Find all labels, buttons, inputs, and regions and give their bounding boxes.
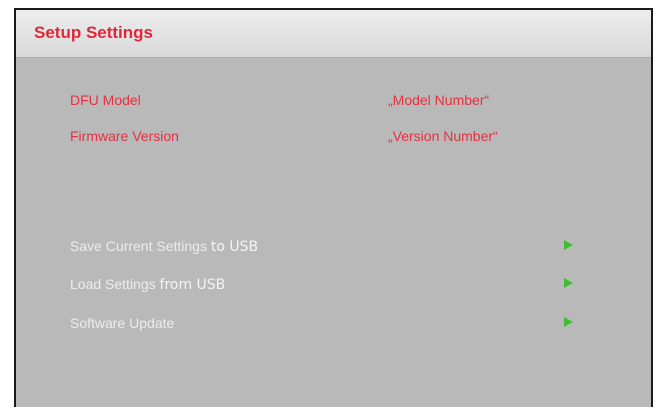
dfu-model-label: DFU Model xyxy=(70,92,141,108)
window-title: Setup Settings xyxy=(34,23,154,42)
title-bar: Setup Settings xyxy=(16,10,651,58)
play-arrow-icon[interactable] xyxy=(564,317,573,327)
dfu-model-value: „Model Number“ xyxy=(388,92,490,108)
save-current-settings-text: Save Current Settings xyxy=(70,238,207,254)
setup-settings-window: Setup Settings DFU Model „Model Number“ … xyxy=(14,8,653,407)
menu-item-load-settings[interactable]: Load Settings from USB xyxy=(16,276,651,300)
play-arrow-icon[interactable] xyxy=(564,278,573,288)
play-arrow-icon[interactable] xyxy=(564,240,573,250)
info-row-firmware-version: Firmware Version „Version Number“ xyxy=(16,128,651,150)
menu-item-software-update[interactable]: Software Update xyxy=(16,315,651,339)
info-row-dfu-model: DFU Model „Model Number“ xyxy=(16,92,651,114)
software-update-label: Software Update xyxy=(70,315,175,331)
load-settings-label: Load Settings from USB xyxy=(70,276,225,293)
firmware-version-label: Firmware Version xyxy=(70,128,179,144)
save-current-settings-label: Save Current Settings to USB xyxy=(70,238,258,255)
save-current-settings-suffix: to USB xyxy=(210,239,259,255)
load-settings-suffix: from USB xyxy=(159,277,226,293)
menu-item-save-current-settings[interactable]: Save Current Settings to USB xyxy=(16,238,651,262)
load-settings-text: Load Settings xyxy=(70,276,156,292)
firmware-version-value: „Version Number“ xyxy=(388,128,498,144)
